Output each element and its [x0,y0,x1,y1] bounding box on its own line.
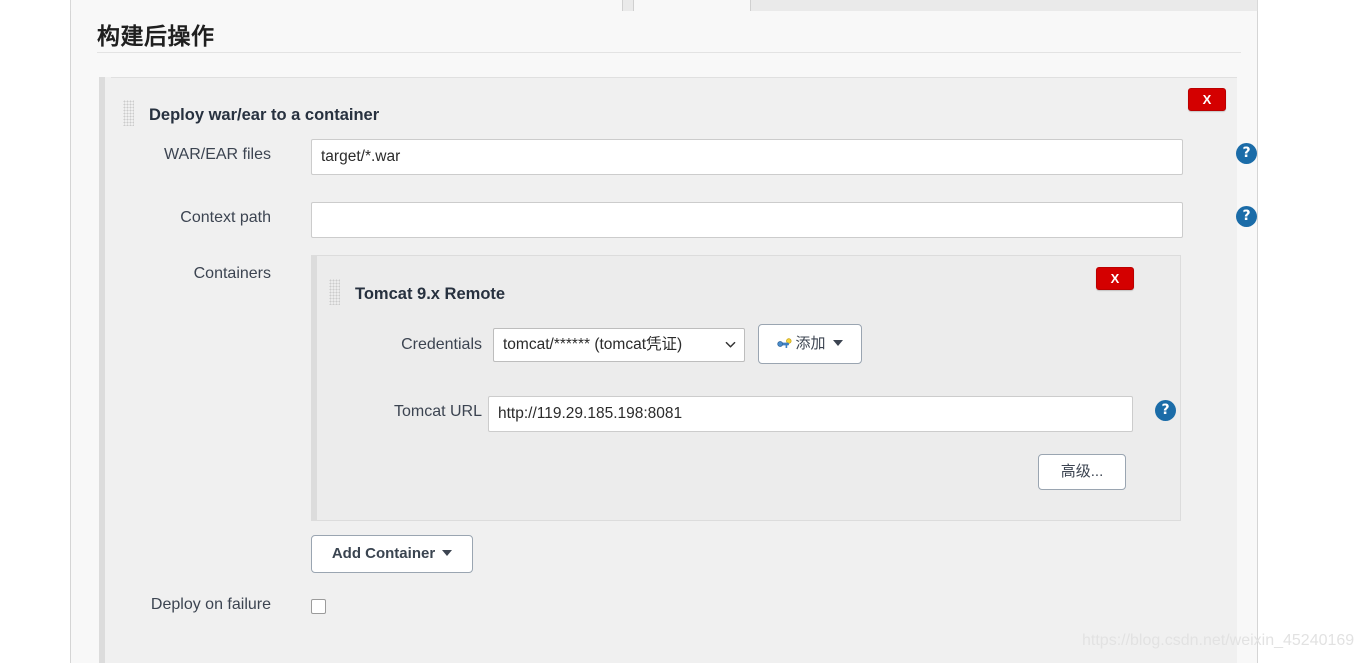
title-divider [97,52,1241,53]
container-panel: Tomcat 9.x Remote X Credentials tomcat/*… [311,255,1181,521]
chevron-down-icon [725,341,736,348]
deploy-on-failure-label: Deploy on failure [150,596,271,613]
credentials-select[interactable]: tomcat/****** (tomcat凭证) [493,328,745,362]
war-ear-files-help-icon[interactable]: ? [1236,143,1257,164]
chevron-down-icon [442,550,453,556]
advanced-button[interactable]: 高级... [1038,454,1126,490]
tab-strip-selected-segment[interactable] [633,0,751,11]
watermark: https://blog.csdn.net/weixin_45240169 [1082,632,1355,649]
tomcat-url-help-icon[interactable]: ? [1155,400,1176,421]
containers-label: Containers [193,265,271,282]
add-credentials-button-label: 添加 [795,335,826,352]
key-icon [777,338,792,348]
add-container-button[interactable]: Add Container [311,535,473,573]
delete-container-button[interactable]: X [1096,267,1134,290]
context-path-label: Context path [180,209,271,226]
tomcat-url-label: Tomcat URL [393,403,482,420]
screenshot-root: 构建后操作 Deploy war/ear to a container X WA… [0,0,1360,663]
container-title: Tomcat 9.x Remote [355,285,506,303]
add-container-button-label: Add Container [331,545,436,562]
tab-strip-left-segment [71,0,623,11]
deploy-on-failure-checkbox[interactable] [311,599,326,614]
credentials-label: Credentials [401,336,482,353]
container-drag-handle-icon[interactable] [329,279,340,305]
war-ear-files-label: WAR/EAR files [164,146,271,163]
post-build-step-panel-body: Deploy war/ear to a container X WAR/EAR … [111,77,1257,663]
drag-handle-icon[interactable] [123,100,134,126]
tab-strip [70,0,1258,11]
context-path-help-icon[interactable]: ? [1236,206,1257,227]
post-build-step-title: Deploy war/ear to a container [149,106,380,124]
chevron-down-icon [832,340,843,346]
container-panel-body: Tomcat 9.x Remote X Credentials tomcat/*… [317,256,1180,520]
page-title: 构建后操作 [97,23,215,49]
main-content: 构建后操作 Deploy war/ear to a container X WA… [70,11,1258,663]
tomcat-url-input[interactable] [488,396,1133,432]
context-path-input[interactable] [311,202,1183,238]
post-build-step-panel: Deploy war/ear to a container X WAR/EAR … [99,77,1257,663]
delete-step-button[interactable]: X [1188,88,1226,111]
war-ear-files-input[interactable] [311,139,1183,175]
add-credentials-button[interactable]: 添加 [758,324,862,364]
credentials-select-value: tomcat/****** (tomcat凭证) [503,336,683,353]
